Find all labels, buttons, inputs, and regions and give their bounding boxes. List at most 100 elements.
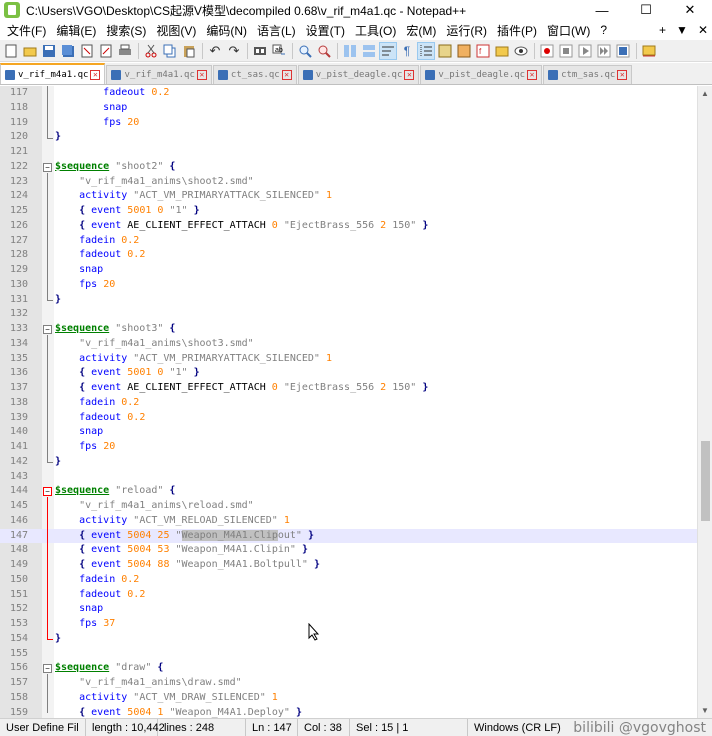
code-line[interactable]: 153 fps 37 bbox=[0, 617, 697, 632]
redo-icon[interactable]: ↷ bbox=[225, 42, 243, 60]
save-icon[interactable] bbox=[40, 42, 58, 60]
menu-window[interactable]: 窗口(W) bbox=[542, 22, 595, 39]
print-icon[interactable] bbox=[116, 42, 134, 60]
user-language-icon[interactable] bbox=[436, 42, 454, 60]
menu-view[interactable]: 视图(V) bbox=[151, 22, 201, 39]
vertical-scrollbar[interactable]: ▲ ▼ bbox=[697, 86, 712, 718]
code-line[interactable]: 154} bbox=[0, 632, 697, 647]
code-line[interactable]: 124 activity "ACT_VM_PRIMARYATTACK_SILEN… bbox=[0, 189, 697, 204]
play-macro-icon[interactable] bbox=[576, 42, 594, 60]
code-editor[interactable]: 117 fadeout 0.2 118 snap 119 fps 20 120} 121… bbox=[0, 86, 712, 718]
close-file-icon[interactable] bbox=[78, 42, 96, 60]
code-line[interactable]: 120} bbox=[0, 130, 697, 145]
indent-guide-icon[interactable] bbox=[417, 41, 435, 60]
save-all-icon[interactable] bbox=[59, 42, 77, 60]
menu-settings[interactable]: 设置(T) bbox=[301, 22, 350, 39]
record-macro-icon[interactable] bbox=[538, 42, 556, 60]
code-line[interactable]: 136 { event 5001 0 "1" } bbox=[0, 366, 697, 381]
code-line[interactable]: 143 bbox=[0, 470, 697, 485]
scroll-up-arrow-icon[interactable]: ▲ bbox=[701, 89, 709, 98]
fold-toggle-icon[interactable]: − bbox=[43, 487, 52, 497]
folder-workspace-icon[interactable] bbox=[493, 42, 511, 60]
paste-icon[interactable] bbox=[180, 42, 198, 60]
menu-edit[interactable]: 编辑(E) bbox=[51, 22, 101, 39]
code-line[interactable]: 156 $sequence "draw" { bbox=[0, 661, 697, 676]
menu-run[interactable]: 运行(R) bbox=[441, 22, 492, 39]
code-line[interactable]: 151 fadeout 0.2 bbox=[0, 588, 697, 603]
code-line[interactable]: 130 fps 20 bbox=[0, 278, 697, 293]
find-icon[interactable] bbox=[251, 42, 269, 60]
scroll-down-arrow-icon[interactable]: ▼ bbox=[701, 706, 709, 715]
close-tab-icon[interactable]: ✕ bbox=[281, 70, 292, 80]
tab-v-pist-deagle-2[interactable]: v_pist_deagle.qc ✕ bbox=[420, 65, 543, 84]
undo-icon[interactable]: ↶ bbox=[206, 42, 224, 60]
code-line[interactable]: 137 { event AE_CLIENT_EFFECT_ATTACH 0 "E… bbox=[0, 381, 697, 396]
minimize-button[interactable]: — bbox=[580, 0, 624, 20]
code-line[interactable]: 132 bbox=[0, 307, 697, 322]
menu-file[interactable]: 文件(F) bbox=[2, 22, 51, 39]
fold-toggle-icon[interactable]: − bbox=[43, 664, 52, 674]
close-tab-icon[interactable]: ✕ bbox=[90, 69, 101, 80]
menu-language[interactable]: 语言(L) bbox=[252, 22, 301, 39]
code-line[interactable]: 150 fadein 0.2 bbox=[0, 573, 697, 588]
code-line[interactable]: 131} bbox=[0, 293, 697, 308]
document-map-icon[interactable] bbox=[455, 42, 473, 60]
fold-toggle-icon[interactable]: − bbox=[43, 162, 52, 172]
new-tab-plus-icon[interactable]: + bbox=[659, 23, 666, 37]
code-line[interactable]: 147 { event 5004 25 "Weapon_M4A1.Clipout… bbox=[0, 528, 697, 544]
new-file-icon[interactable] bbox=[2, 42, 20, 60]
menu-help[interactable]: ? bbox=[595, 23, 612, 37]
scrollbar-thumb[interactable] bbox=[701, 441, 710, 521]
code-line[interactable]: 121 bbox=[0, 145, 697, 160]
menu-plugins[interactable]: 插件(P) bbox=[492, 22, 542, 39]
tab-ctm-sas[interactable]: ctm_sas.qc ✕ bbox=[543, 65, 633, 84]
code-line[interactable]: 123 "v_rif_m4a1_anims\shoot2.smd" bbox=[0, 175, 697, 190]
menu-macro[interactable]: 宏(M) bbox=[401, 22, 441, 39]
close-window-button[interactable]: ✕ bbox=[668, 0, 712, 20]
code-line[interactable]: 127 fadein 0.2 bbox=[0, 234, 697, 249]
copy-icon[interactable] bbox=[161, 42, 179, 60]
code-line[interactable]: 148 { event 5004 53 "Weapon_M4A1.Clipin"… bbox=[0, 543, 697, 558]
code-line[interactable]: 125 { event 5001 0 "1" } bbox=[0, 204, 697, 219]
close-tab-icon[interactable]: ✕ bbox=[196, 70, 207, 80]
code-line[interactable]: 128 fadeout 0.2 bbox=[0, 248, 697, 263]
code-line[interactable]: 119 fps 20 bbox=[0, 116, 697, 131]
monitor-icon[interactable] bbox=[512, 42, 530, 60]
menu-tools[interactable]: 工具(O) bbox=[350, 22, 401, 39]
close-tab-icon[interactable]: ✕ bbox=[404, 70, 415, 80]
code-line[interactable]: 122 $sequence "shoot2" { bbox=[0, 160, 697, 175]
code-line[interactable]: 157 "v_rif_m4a1_anims\draw.smd" bbox=[0, 676, 697, 691]
tab-v-rif-m4a1[interactable]: v_rif_m4a1.qc ✕ bbox=[106, 65, 212, 84]
tab-v-rif-m4a1-active[interactable]: v_rif_m4a1.qc ✕ bbox=[0, 63, 106, 84]
play-macro-multiple-icon[interactable] bbox=[595, 42, 613, 60]
code-line[interactable]: 117 fadeout 0.2 bbox=[0, 86, 697, 101]
code-line[interactable]: 135 activity "ACT_VM_PRIMARYATTACK_SILEN… bbox=[0, 352, 697, 367]
code-line[interactable]: 126 { event AE_CLIENT_EFFECT_ATTACH 0 "E… bbox=[0, 219, 697, 234]
open-file-icon[interactable] bbox=[21, 42, 39, 60]
code-line[interactable]: 138 fadein 0.2 bbox=[0, 396, 697, 411]
spell-check-icon[interactable] bbox=[640, 42, 658, 60]
show-all-chars-icon[interactable]: ¶ bbox=[398, 42, 416, 60]
code-line[interactable]: 158 activity "ACT_VM_DRAW_SILENCED" 1 bbox=[0, 691, 697, 706]
code-line[interactable]: 118 snap bbox=[0, 101, 697, 116]
close-tab-icon[interactable]: ✕ bbox=[527, 70, 538, 80]
code-line[interactable]: 134 "v_rif_m4a1_anims\shoot3.smd" bbox=[0, 337, 697, 352]
close-tab-icon[interactable]: ✕ bbox=[617, 70, 628, 80]
function-list-icon[interactable]: f bbox=[474, 42, 492, 60]
code-line[interactable]: 155 bbox=[0, 647, 697, 662]
word-wrap-icon[interactable] bbox=[379, 41, 397, 60]
code-line[interactable]: 141 fps 20 bbox=[0, 440, 697, 455]
code-line[interactable]: 129 snap bbox=[0, 263, 697, 278]
replace-icon[interactable]: ab bbox=[270, 42, 288, 60]
close-doc-icon[interactable]: ✕ bbox=[698, 23, 708, 37]
code-line[interactable]: 159 { event 5004 1 "Weapon_M4A1.Deploy" … bbox=[0, 706, 697, 719]
code-line[interactable]: 139 fadeout 0.2 bbox=[0, 411, 697, 426]
menu-search[interactable]: 搜索(S) bbox=[101, 22, 151, 39]
code-line[interactable]: 133 $sequence "shoot3" { bbox=[0, 322, 697, 337]
code-line[interactable]: 149 { event 5004 88 "Weapon_M4A1.Boltpul… bbox=[0, 558, 697, 573]
save-macro-icon[interactable] bbox=[614, 42, 632, 60]
sync-horizontal-icon[interactable] bbox=[360, 42, 378, 60]
tab-ct-sas[interactable]: ct_sas.qc ✕ bbox=[212, 65, 297, 84]
stop-macro-icon[interactable] bbox=[557, 42, 575, 60]
tab-v-pist-deagle[interactable]: v_pist_deagle.qc ✕ bbox=[297, 65, 420, 84]
